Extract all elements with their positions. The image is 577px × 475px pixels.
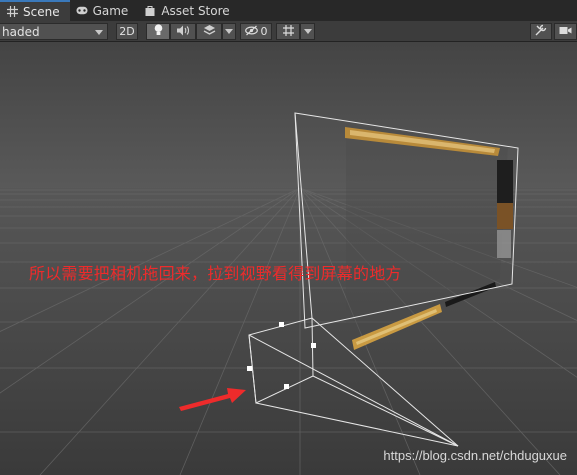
- grid-icon: [6, 6, 18, 18]
- gamepad-icon: [76, 5, 88, 17]
- scene-visibility-toggle[interactable]: 0: [240, 23, 272, 40]
- annotation-text: 所以需要把相机拖回来，拉到视野看得到屏幕的地方: [29, 264, 402, 283]
- speaker-icon: [176, 25, 190, 39]
- watermark-text: https://blog.csdn.net/chduguxue: [383, 448, 567, 463]
- grid-toggle[interactable]: [276, 23, 300, 40]
- tab-label: Game: [92, 3, 129, 18]
- audio-toggle[interactable]: [170, 23, 196, 40]
- shading-mode-dropdown[interactable]: haded: [0, 23, 108, 40]
- tab-label: Asset Store: [161, 3, 230, 18]
- tab-game[interactable]: Game: [70, 0, 139, 21]
- 2d-label: 2D: [119, 25, 135, 38]
- grid-snap-icon: [282, 24, 295, 40]
- hidden-eye-icon: [244, 25, 258, 39]
- shading-mode-value: haded: [2, 25, 40, 39]
- scene-toolbar: haded 2D 0: [0, 21, 577, 42]
- scene-camera-button[interactable]: [554, 23, 577, 40]
- hidden-object-count: 0: [260, 25, 268, 38]
- chevron-down-icon: [225, 29, 233, 34]
- chevron-down-icon: [303, 29, 312, 34]
- chevron-down-icon: [95, 30, 103, 35]
- effects-toggle[interactable]: [196, 23, 222, 40]
- lighting-toggle[interactable]: [146, 23, 170, 40]
- editor-tab-bar: Scene Game Asset Store: [0, 0, 577, 21]
- grid-dropdown[interactable]: [300, 23, 315, 40]
- effects-dropdown[interactable]: [222, 23, 236, 40]
- camera-icon: [559, 25, 572, 38]
- tab-asset-store[interactable]: Asset Store: [138, 0, 239, 21]
- layers-effects-icon: [203, 24, 216, 39]
- lightbulb-icon: [154, 24, 163, 39]
- scene-viewport[interactable]: 所以需要把相机拖回来，拉到视野看得到屏幕的地方 https://blog.csd…: [0, 42, 577, 475]
- tab-label: Scene: [23, 4, 60, 19]
- tab-scene[interactable]: Scene: [0, 0, 70, 21]
- 2d-mode-button[interactable]: 2D: [116, 23, 138, 40]
- tools-icon: [535, 24, 547, 39]
- shopping-bag-icon: [144, 5, 156, 17]
- gizmos-tools-button[interactable]: [530, 23, 552, 40]
